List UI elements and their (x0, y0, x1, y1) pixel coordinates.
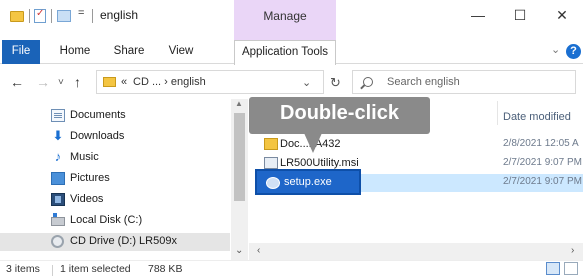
status-size: 788 KB (148, 263, 183, 275)
nav-item-label: Documents (70, 109, 126, 121)
folder-icon (264, 138, 278, 150)
nav-item-label: Music (70, 151, 99, 163)
local-disk-icon (51, 213, 65, 226)
help-icon[interactable]: ? (566, 44, 581, 59)
file-date: 2/7/2021 9:07 PM (503, 157, 582, 168)
divider (29, 9, 30, 23)
file-date: 2/7/2021 9:07 PM (503, 176, 582, 187)
scroll-left-icon[interactable]: ‹ (257, 245, 260, 256)
new-folder-icon[interactable] (57, 10, 71, 22)
status-item-count: 3 items (6, 263, 40, 275)
search-icon (363, 77, 373, 87)
status-selection: 1 item selected (60, 263, 131, 275)
setup-exe-icon (266, 177, 280, 189)
instruction-callout: Double-click (249, 97, 430, 134)
title-bar: = english Manage — ☐ ✕ (0, 0, 583, 40)
nav-item-documents[interactable]: Documents (0, 107, 230, 125)
horizontal-scrollbar[interactable]: ‹ › (249, 243, 583, 260)
setup-exe-item[interactable]: setup.exe (255, 169, 361, 195)
manage-label: Manage (263, 9, 307, 23)
downloads-icon: ⬇ (52, 128, 64, 143)
address-dropdown-icon[interactable]: ⌄ (302, 76, 311, 89)
back-button[interactable]: ← (10, 74, 24, 90)
column-header-date-modified[interactable]: Date modified (503, 111, 571, 123)
chevron-down-icon[interactable]: ⌄ (235, 245, 243, 256)
navigation-pane: Documents ⬇ Downloads ♪ Music Pictures V… (0, 99, 240, 260)
nav-item-pictures[interactable]: Pictures (0, 170, 230, 188)
tab-file[interactable]: File (2, 40, 40, 64)
nav-item-label: CD Drive (D:) LR509x (70, 235, 177, 247)
minimize-button[interactable]: — (458, 0, 498, 32)
scrollbar-thumb[interactable] (234, 113, 245, 201)
divider (51, 9, 52, 23)
tab-application-tools[interactable]: Application Tools (234, 40, 336, 65)
breadcrumb[interactable]: CD ... › english (133, 76, 206, 88)
callout-pointer (304, 133, 322, 153)
refresh-button[interactable]: ↻ (330, 75, 341, 91)
divider (92, 9, 93, 23)
videos-icon (51, 193, 65, 206)
window-title: english (100, 8, 139, 22)
pictures-icon (51, 172, 65, 185)
ribbon-tabs: File Home Share View Application Tools ⌄… (0, 40, 583, 65)
folder-icon (103, 77, 116, 87)
callout-text: Double-click (280, 102, 399, 124)
folder-icon (10, 11, 24, 22)
details-view-icon[interactable] (546, 262, 560, 275)
divider (52, 265, 53, 276)
forward-button[interactable]: → (36, 74, 50, 90)
address-bar[interactable]: « CD ... › english ⌄ (96, 70, 324, 94)
nav-item-label: Local Disk (C:) (70, 214, 143, 226)
file-name: setup.exe (284, 176, 332, 188)
nav-item-label: Downloads (70, 130, 125, 142)
nav-item-videos[interactable]: Videos (0, 191, 230, 209)
search-placeholder: Search english (387, 76, 460, 88)
maximize-button[interactable]: ☐ (500, 0, 540, 32)
breadcrumb-overflow[interactable]: « (121, 76, 127, 88)
status-bar: 3 items 1 item selected 788 KB (0, 260, 583, 277)
file-date: 2/8/2021 12:05 A (503, 138, 579, 149)
documents-icon (51, 109, 65, 122)
column-divider[interactable] (497, 101, 498, 125)
close-button[interactable]: ✕ (542, 0, 582, 32)
file-name: LR500Utility.msi (280, 157, 359, 169)
scroll-up-icon[interactable]: ▲ (235, 99, 243, 108)
msi-file-icon (264, 157, 278, 169)
up-button[interactable]: ↑ (74, 74, 81, 90)
address-row: ← → ˅ ↑ « CD ... › english ⌄ ↻ Search en… (0, 66, 583, 98)
nav-item-local-disk[interactable]: Local Disk (C:) (0, 212, 230, 230)
nav-item-cd-drive[interactable]: CD Drive (D:) LR509x (0, 233, 230, 251)
quick-access-dropdown[interactable]: = (78, 7, 84, 19)
nav-item-downloads[interactable]: ⬇ Downloads (0, 128, 230, 146)
tab-view[interactable]: View (158, 40, 204, 64)
properties-icon[interactable] (34, 8, 46, 23)
nav-pane-scrollbar[interactable]: ▲ ⌄ (231, 99, 248, 260)
scroll-right-icon[interactable]: › (571, 245, 574, 256)
tab-home[interactable]: Home (50, 40, 100, 64)
nav-item-music[interactable]: ♪ Music (0, 149, 230, 167)
music-icon: ♪ (54, 149, 62, 164)
large-icons-view-icon[interactable] (564, 262, 578, 275)
chevron-down-icon[interactable]: ⌄ (551, 43, 560, 56)
recent-locations-button[interactable]: ˅ (58, 77, 64, 88)
search-input[interactable]: Search english (352, 70, 576, 94)
nav-item-label: Pictures (70, 172, 110, 184)
tab-share[interactable]: Share (105, 40, 153, 64)
nav-item-label: Videos (70, 193, 104, 205)
cd-drive-icon (51, 235, 64, 248)
manage-contextual-tab: Manage (234, 0, 336, 40)
